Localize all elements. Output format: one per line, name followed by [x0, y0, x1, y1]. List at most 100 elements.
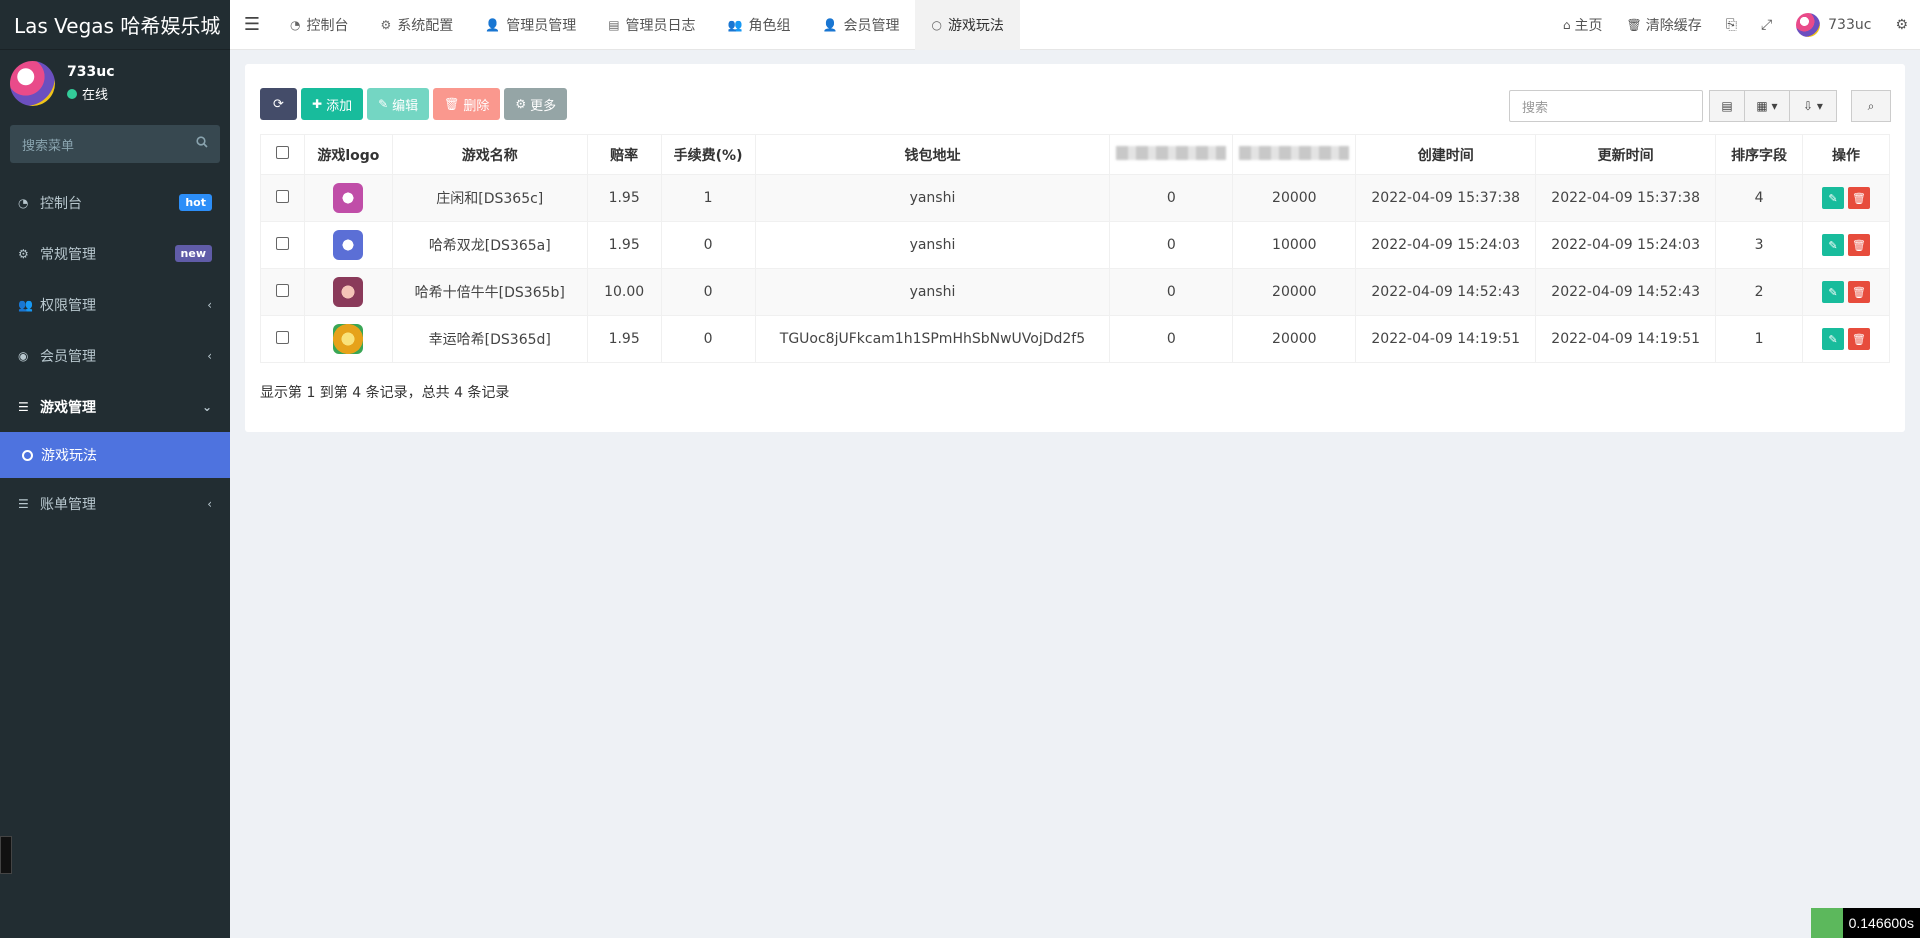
- row-checkbox[interactable]: [260, 315, 305, 363]
- delete-row-button[interactable]: 🗑: [1848, 234, 1870, 256]
- edit-button[interactable]: ✎ 编辑: [367, 88, 430, 120]
- table-toolbar: ⟳ ✚ 添加 ✎ 编辑 🗑 删除 ⚙ 更多: [260, 88, 568, 120]
- hot-badge: hot: [179, 194, 212, 211]
- sidebar-item-billing[interactable]: ☰ 账单管理 ‹: [0, 478, 230, 529]
- sidebar-item-general[interactable]: ⚙ 常规管理 new: [0, 228, 230, 279]
- row-checkbox[interactable]: [260, 221, 305, 269]
- table-search-input[interactable]: 搜索: [1509, 90, 1703, 122]
- col-header-created[interactable]: 创建时间: [1355, 134, 1537, 175]
- trash-icon: 🗑: [444, 97, 460, 111]
- side-widget[interactable]: [0, 836, 12, 874]
- col-header-odds[interactable]: 赔率: [586, 134, 662, 175]
- row-checkbox[interactable]: [260, 268, 305, 316]
- refresh-button[interactable]: ⟳: [260, 88, 297, 120]
- value-cell: 10000: [1232, 221, 1357, 269]
- settings-icon[interactable]: ⚙: [1883, 17, 1920, 33]
- render-time: 0.146600s: [1842, 908, 1920, 938]
- table-row[interactable]: 幸运哈希[DS365d] 1.95 0 TGUoc8jUFkcam1h1SPmH…: [260, 315, 1890, 363]
- delete-row-button[interactable]: 🗑: [1848, 328, 1870, 350]
- sort-cell: 1: [1715, 315, 1804, 363]
- table-row[interactable]: 哈希双龙[DS365a] 1.95 0 yanshi 0 10000 2022-…: [260, 221, 1890, 269]
- table-row[interactable]: 庄闲和[DS365c] 1.95 1 yanshi 0 20000 2022-0…: [260, 174, 1890, 222]
- tab-game-rules[interactable]: ○ 游戏玩法: [915, 0, 1020, 50]
- chevron-left-icon: ‹: [207, 496, 212, 511]
- advanced-search-button[interactable]: ⌕: [1851, 90, 1891, 122]
- export-dropdown-button[interactable]: ⇩ ▾: [1789, 90, 1837, 122]
- top-navbar: ☰ ◔ 控制台 ⚙ 系统配置 👤 管理员管理 ▤ 管理员日志 👥 角色组 👤 会员管理 ○ 游…: [230, 0, 1920, 50]
- actions-cell: ✎ 🗑: [1802, 174, 1890, 222]
- user-icon: 👤: [485, 17, 501, 32]
- tab-admin-manage[interactable]: 👤 管理员管理: [469, 0, 592, 50]
- game-logo: [303, 221, 393, 269]
- fee-cell: 0: [660, 315, 756, 363]
- game-name: 哈希双龙[DS365a]: [391, 221, 588, 269]
- sidebar-item-games[interactable]: ☰ 游戏管理 ⌄: [0, 381, 230, 432]
- debug-toolbar-icon: [1810, 908, 1843, 938]
- tab-admin-log[interactable]: ▤ 管理员日志: [592, 0, 711, 50]
- tab-system-config[interactable]: ⚙ 系统配置: [364, 0, 469, 50]
- sidebar-subitem-game-rules[interactable]: 游戏玩法: [0, 432, 230, 478]
- edit-row-button[interactable]: ✎: [1822, 187, 1844, 209]
- cog-icon: ⚙: [515, 97, 527, 111]
- col-header-fee[interactable]: 手续费(%): [660, 134, 756, 175]
- clear-cache-button[interactable]: 🗑 清除缓存: [1615, 15, 1714, 35]
- pagination-info: 显示第 1 到第 4 条记录，总共 4 条记录: [260, 385, 510, 401]
- edit-row-button[interactable]: ✎: [1822, 328, 1844, 350]
- group-icon: 👥: [727, 17, 743, 32]
- add-button[interactable]: ✚ 添加: [301, 88, 364, 120]
- user-icon: 👤: [822, 17, 838, 32]
- col-header-redacted-2[interactable]: [1232, 134, 1357, 175]
- tab-dashboard[interactable]: ◔ 控制台: [274, 0, 364, 50]
- menu-search-input[interactable]: 搜索菜单: [10, 125, 220, 163]
- wallet-cell: yanshi: [754, 221, 1111, 269]
- game-name: 哈希十倍牛牛[DS365b]: [391, 268, 588, 316]
- game-logo-image: [333, 324, 364, 354]
- trash-icon: 🗑: [1626, 17, 1642, 32]
- delete-row-button[interactable]: 🗑: [1848, 187, 1870, 209]
- created-cell: 2022-04-09 14:52:43: [1355, 268, 1537, 316]
- table-row[interactable]: 哈希十倍牛牛[DS365b] 10.00 0 yanshi 0 20000 20…: [260, 268, 1890, 316]
- app-title[interactable]: Las Vegas 哈希娱乐城: [0, 0, 230, 50]
- menu-toggle-icon[interactable]: ☰: [230, 14, 274, 35]
- user-name: 733uc: [67, 64, 115, 80]
- more-button[interactable]: ⚙ 更多: [504, 88, 568, 120]
- col-header-redacted-1[interactable]: [1109, 134, 1234, 175]
- tab-role-group[interactable]: 👥 角色组: [712, 0, 807, 50]
- gear-icon: ⚙: [380, 17, 392, 32]
- tab-member-manage[interactable]: 👤 会员管理: [807, 0, 916, 50]
- col-header-updated[interactable]: 更新时间: [1535, 134, 1717, 175]
- col-header-logo[interactable]: 游戏logo: [303, 134, 393, 175]
- dashboard-icon: ◔: [18, 195, 29, 210]
- toggle-view-button[interactable]: ▤: [1709, 90, 1745, 122]
- col-header-name[interactable]: 游戏名称: [391, 134, 588, 175]
- fullscreen-icon[interactable]: ⤢: [1749, 17, 1784, 33]
- col-header-sort[interactable]: 排序字段: [1715, 134, 1804, 175]
- user-menu[interactable]: 733uc: [1784, 12, 1883, 37]
- debug-timer[interactable]: 0.146600s: [1810, 908, 1920, 938]
- edit-row-button[interactable]: ✎: [1822, 281, 1844, 303]
- avatar: [1796, 12, 1821, 37]
- row-checkbox[interactable]: [260, 174, 305, 222]
- fee-cell: 1: [660, 174, 756, 222]
- list-icon: ☰: [18, 496, 29, 511]
- table-header-row: 游戏logo 游戏名称 赔率 手续费(%) 钱包地址 创建时间 更新时间 排序字…: [260, 134, 1890, 175]
- updated-cell: 2022-04-09 14:52:43: [1535, 268, 1717, 316]
- select-all-checkbox[interactable]: [260, 134, 305, 175]
- odds-cell: 10.00: [586, 268, 662, 316]
- sidebar-item-permissions[interactable]: 👥 权限管理 ‹: [0, 279, 230, 330]
- col-header-wallet[interactable]: 钱包地址: [754, 134, 1111, 175]
- language-icon[interactable]: ⎘: [1714, 17, 1749, 33]
- edit-row-button[interactable]: ✎: [1822, 234, 1844, 256]
- delete-row-button[interactable]: 🗑: [1848, 281, 1870, 303]
- sidebar-item-members[interactable]: ◉ 会员管理 ‹: [0, 330, 230, 381]
- value-cell: 20000: [1232, 174, 1357, 222]
- sidebar-item-dashboard[interactable]: ◔ 控制台 hot: [0, 177, 230, 228]
- game-logo: [303, 268, 393, 316]
- export-icon: ⇩ ▾: [1803, 99, 1823, 113]
- home-link[interactable]: ⌂ 主页: [1551, 15, 1615, 35]
- columns-dropdown-button[interactable]: ▦ ▾: [1744, 90, 1790, 122]
- col-header-actions: 操作: [1802, 134, 1890, 175]
- delete-button[interactable]: 🗑 删除: [433, 88, 501, 120]
- list-alt-icon: ▤: [608, 17, 620, 32]
- search-icon[interactable]: [196, 136, 208, 152]
